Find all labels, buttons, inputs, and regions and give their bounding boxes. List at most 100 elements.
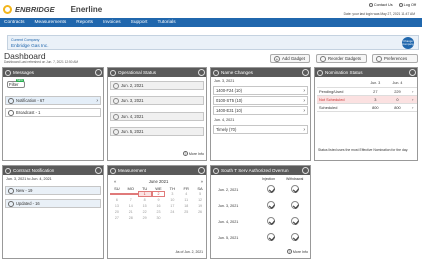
nav-measurements[interactable]: Measurements — [35, 20, 67, 25]
panel-settings-icon[interactable] — [301, 167, 309, 174]
calendar-day-selected[interactable]: 2 — [151, 191, 166, 197]
status-row[interactable]: Jun. 3, 2021 — [110, 96, 204, 105]
cell-value: 3 — [364, 95, 387, 104]
check-icon — [267, 185, 275, 193]
measurement-icon — [110, 167, 116, 174]
calendar-day[interactable] — [110, 193, 124, 195]
measurement-panel: Measurement « June 2021 » SU MO TU WE TH FR SA 1… — [107, 165, 207, 259]
calendar-day[interactable]: 26 — [193, 210, 207, 214]
logoff-icon — [398, 3, 403, 7]
next-month-button[interactable]: » — [201, 179, 203, 184]
calendar-day[interactable]: 14 — [124, 204, 138, 208]
name-change-row[interactable]: 1400-F24 (10) › — [213, 86, 308, 95]
calendar-day[interactable]: 5 — [193, 192, 207, 196]
calendar-day[interactable]: 9 — [152, 198, 166, 202]
nav-support[interactable]: Support — [131, 20, 148, 25]
calendar-day[interactable] — [123, 193, 138, 195]
change-company-button[interactable]: Change Company — [402, 37, 414, 49]
calendar-day[interactable]: 21 — [124, 210, 138, 214]
name-change-row[interactable]: 0100-ST5 (10) › — [213, 96, 308, 105]
column-header: Withdrawal — [286, 177, 304, 181]
calendar-day[interactable]: 6 — [110, 198, 124, 202]
name-change-label: 1400-F24 (10) — [216, 88, 242, 93]
nav-invoices[interactable]: Invoices — [103, 20, 121, 25]
calendar-day[interactable]: 28 — [124, 216, 138, 220]
calendar-day[interactable]: 23 — [152, 210, 166, 214]
panel-settings-icon[interactable] — [197, 167, 205, 174]
weekday-label: FR — [183, 185, 189, 191]
filter-button[interactable]: Filter — [7, 81, 25, 88]
updated-icon — [8, 200, 14, 207]
contract-new-row[interactable]: New - 19 — [5, 186, 101, 195]
nav-tutorials[interactable]: Tutorials — [157, 20, 175, 25]
nomination-table: Jun. 3 Jun. 4 Pending/Used 27 229 › Not Sche… — [317, 79, 417, 112]
broadcast-row[interactable]: Broadcast - 1 — [5, 108, 101, 117]
name-change-row[interactable]: Timely (70) › — [213, 125, 308, 134]
table-row[interactable]: Pending/Used 27 229 › — [317, 87, 417, 96]
calendar-day[interactable]: 1 — [137, 191, 152, 197]
calendar-day[interactable]: 4 — [179, 192, 193, 196]
panel-settings-icon[interactable] — [197, 69, 205, 76]
panel-settings-icon[interactable] — [301, 69, 309, 76]
more-info-link[interactable]: ? More Info — [182, 151, 204, 156]
calendar-day[interactable]: 29 — [138, 216, 152, 220]
panel-header: Name Changes — [211, 68, 310, 77]
add-gadget-button[interactable]: + Add Gadget — [270, 54, 310, 63]
logoff-link[interactable]: Log Off — [398, 3, 416, 7]
calendar-day[interactable]: 8 — [138, 198, 152, 202]
reorder-gadgets-button[interactable]: Reorder Gadgets — [316, 54, 367, 63]
name-change-row[interactable]: 1400-E31 (10) › — [213, 106, 308, 115]
calendar-day[interactable]: 15 — [138, 204, 152, 208]
calendar-day[interactable]: 22 — [138, 210, 152, 214]
status-date: Jun. 5, 2021 — [121, 129, 144, 134]
calendar-day[interactable]: 17 — [165, 204, 179, 208]
status-row[interactable]: Jun. 5, 2021 — [110, 127, 204, 136]
table-row[interactable]: Scheduled 800 800 › — [317, 103, 417, 112]
nav-reports[interactable]: Reports — [76, 20, 93, 25]
contact-link[interactable]: Contact Us — [368, 3, 393, 7]
calendar-day[interactable]: 3 — [165, 192, 179, 196]
notification-row[interactable]: Notification - 67 › — [5, 96, 101, 105]
contract-new-label: New - 19 — [16, 188, 33, 193]
contract-updated-row[interactable]: Updated - 16 — [5, 199, 101, 208]
more-info-link[interactable]: ? More Info — [286, 249, 308, 254]
page: ENBRIDGE Enerline Contact Us Log Off Dat… — [0, 0, 422, 263]
calendar-day[interactable]: 16 — [152, 204, 166, 208]
nav-contracts[interactable]: Contracts — [4, 20, 25, 25]
calendar-day[interactable]: 24 — [165, 210, 179, 214]
calendar-day[interactable]: 11 — [179, 198, 193, 202]
calendar-day[interactable]: 20 — [110, 210, 124, 214]
panel-settings-icon[interactable] — [94, 167, 102, 174]
nomination-note: Status listed uses the most Effective No… — [318, 148, 409, 152]
more-info-label: More Info — [188, 151, 204, 156]
calendar-day[interactable]: 7 — [124, 198, 138, 202]
calendar-day[interactable]: 27 — [110, 216, 124, 220]
status-row[interactable]: Jun. 4, 2021 — [110, 112, 204, 121]
company-bar: Current Company Enbridge Gas Inc. Change… — [7, 35, 419, 50]
panel-title: South T Serv Authorized Overrun — [221, 168, 289, 173]
panel-settings-icon[interactable] — [94, 69, 102, 76]
panel-header: Messages — [3, 68, 103, 77]
calendar-day[interactable]: 25 — [179, 210, 193, 214]
calendar-day[interactable]: 19 — [193, 204, 207, 208]
calendar-day[interactable]: 18 — [179, 204, 193, 208]
panel-header: South T Serv Authorized Overrun — [211, 166, 310, 175]
check-icon — [267, 201, 275, 209]
prev-month-button[interactable]: « — [114, 179, 116, 184]
calendar: «June 2021» SU MO TU WE TH FR SA 12345 6 7 8 9 10 1… — [110, 178, 207, 221]
status-date: Jun. 4, 2021 — [121, 114, 144, 119]
calendar-month: June 2021 — [148, 179, 169, 184]
panel-settings-icon[interactable] — [408, 69, 416, 76]
calendar-day[interactable]: 12 — [193, 198, 207, 202]
filter-label: Filter — [9, 82, 19, 87]
table-row[interactable]: Not Scheduled 3 0 › — [317, 95, 417, 104]
calendar-day[interactable]: 30 — [152, 216, 166, 220]
calendar-day[interactable]: 10 — [165, 198, 179, 202]
status-row[interactable]: Jun. 2, 2021 — [110, 81, 204, 90]
preferences-button[interactable]: Preferences — [372, 54, 418, 63]
reorder-label: Reorder Gadgets — [328, 56, 361, 61]
calendar-day[interactable]: 13 — [110, 204, 124, 208]
check-icon — [291, 233, 299, 241]
status-circle-icon — [113, 82, 119, 89]
weekday-label: TH — [169, 185, 176, 191]
